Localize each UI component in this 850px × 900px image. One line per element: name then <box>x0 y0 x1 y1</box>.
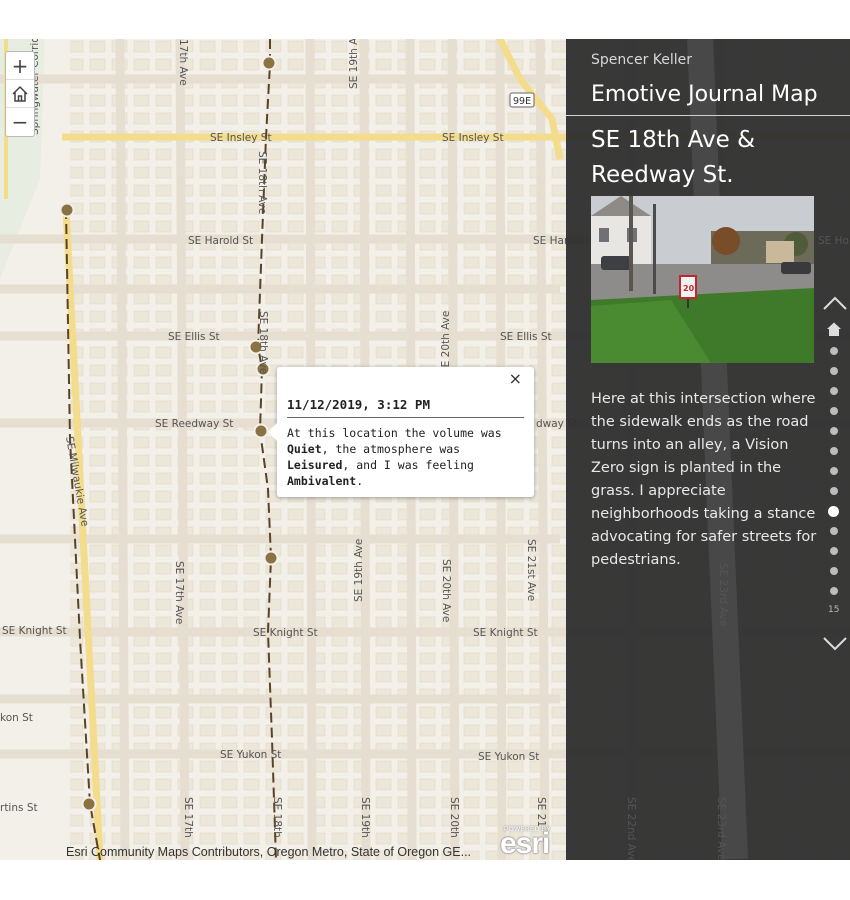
street-label: SE Ellis St <box>168 331 220 343</box>
street-label: SE Reedway St <box>155 418 233 430</box>
street-label: SE 21 <box>535 797 547 827</box>
street-label: SE 21st Ave <box>525 539 537 601</box>
svg-text:99E: 99E <box>513 96 531 107</box>
chevron-up-icon[interactable] <box>822 295 848 311</box>
volume-value: Quiet <box>287 442 322 456</box>
map-attribution[interactable]: Esri Community Maps Contributors, Oregon… <box>66 845 471 859</box>
author-name: Spencer Keller <box>591 52 693 68</box>
slide-dot[interactable] <box>830 407 838 415</box>
zoom-out-button[interactable]: − <box>6 108 34 136</box>
popup-title: 11/12/2019, 3:12 PM <box>287 397 524 418</box>
street-label: rtins St <box>0 802 38 814</box>
street-label: SE Knight St <box>473 627 538 639</box>
slide-dot[interactable] <box>830 587 838 595</box>
slide-dot[interactable] <box>830 347 838 355</box>
atmosphere-value: Leisured <box>287 458 343 472</box>
slide-dot[interactable] <box>830 367 838 375</box>
street-label: SE Insley St <box>210 132 272 144</box>
street-label: SE 19th Ave <box>353 539 365 602</box>
street-label: SE Knight St <box>2 625 67 637</box>
popup-close-button[interactable]: × <box>509 369 522 388</box>
street-label: SE 18th <box>271 797 283 838</box>
chevron-down-icon[interactable] <box>822 635 848 651</box>
slide-dot[interactable] <box>830 447 838 455</box>
svg-text:SE 23rd Ave: SE 23rd Ave <box>715 797 727 860</box>
street-label: SE 19th A <box>348 39 360 89</box>
street-label: SE Yukon St <box>220 749 281 761</box>
story-map-app: 99E SE Insley St SE Insley St SE Harold … <box>0 39 850 860</box>
slide-dot[interactable] <box>830 547 838 555</box>
street-label: kon St <box>0 712 33 724</box>
street-label: SE 18th Ave <box>256 151 268 214</box>
zoom-controls: + − <box>5 51 35 137</box>
home-icon[interactable] <box>826 321 842 337</box>
slide-dot[interactable] <box>830 527 838 535</box>
svg-text:SE 23rd Ave: SE 23rd Ave <box>717 563 729 626</box>
place-title: SE 18th Ave & Reedway St. <box>591 127 756 188</box>
slide-dot[interactable] <box>830 487 838 495</box>
slide-dot[interactable] <box>830 427 838 435</box>
esri-logo-text: esri <box>500 827 550 860</box>
slide-dot[interactable] <box>830 387 838 395</box>
zoom-in-button[interactable]: + <box>6 52 34 80</box>
street-label: SE Insley St <box>442 132 504 144</box>
home-button[interactable] <box>6 80 34 108</box>
feature-popup: × 11/12/2019, 3:12 PM At this location t… <box>268 367 534 497</box>
street-label: SE 17th <box>182 797 194 838</box>
street-label: SE 20th <box>448 797 460 838</box>
feeling-value: Ambivalent <box>287 474 357 488</box>
slide-dot[interactable] <box>828 505 839 517</box>
street-label: SE 17th Ave <box>173 561 185 624</box>
home-icon <box>12 85 28 102</box>
street-label: SE Harold St <box>188 235 253 247</box>
street-label: SE 18th Ave <box>257 311 269 374</box>
svg-text:SE 22nd Ave: SE 22nd Ave <box>625 797 637 860</box>
street-label: SE Yukon St <box>478 751 539 763</box>
title-divider <box>566 115 850 116</box>
location-photo[interactable]: 20 <box>591 196 814 363</box>
popup-body: At this location the volume was Quiet, t… <box>287 426 502 488</box>
slide-count: 15 <box>828 605 840 615</box>
svg-text:20: 20 <box>683 284 695 293</box>
intersection-photo: 20 <box>591 196 814 363</box>
street-label: SE 20th Ave <box>440 559 452 622</box>
street-label: SE Knight St <box>253 627 318 639</box>
slide-dot[interactable] <box>830 467 838 475</box>
street-label: SE Ellis St <box>500 331 552 343</box>
app-title: Emotive Journal Map <box>591 82 818 107</box>
svg-text:SE Ho: SE Ho <box>818 235 849 247</box>
street-label: SE 20th Ave <box>440 311 452 374</box>
slide-dot[interactable] <box>830 567 838 575</box>
street-label: 17th Ave <box>177 39 189 86</box>
place-description: Here at this intersection where the side… <box>591 391 817 568</box>
street-label: SE 19th <box>359 797 371 838</box>
story-side-panel: SE Ho SE 23rd Ave SE 23rd Ave SE 22nd Av… <box>566 39 850 860</box>
